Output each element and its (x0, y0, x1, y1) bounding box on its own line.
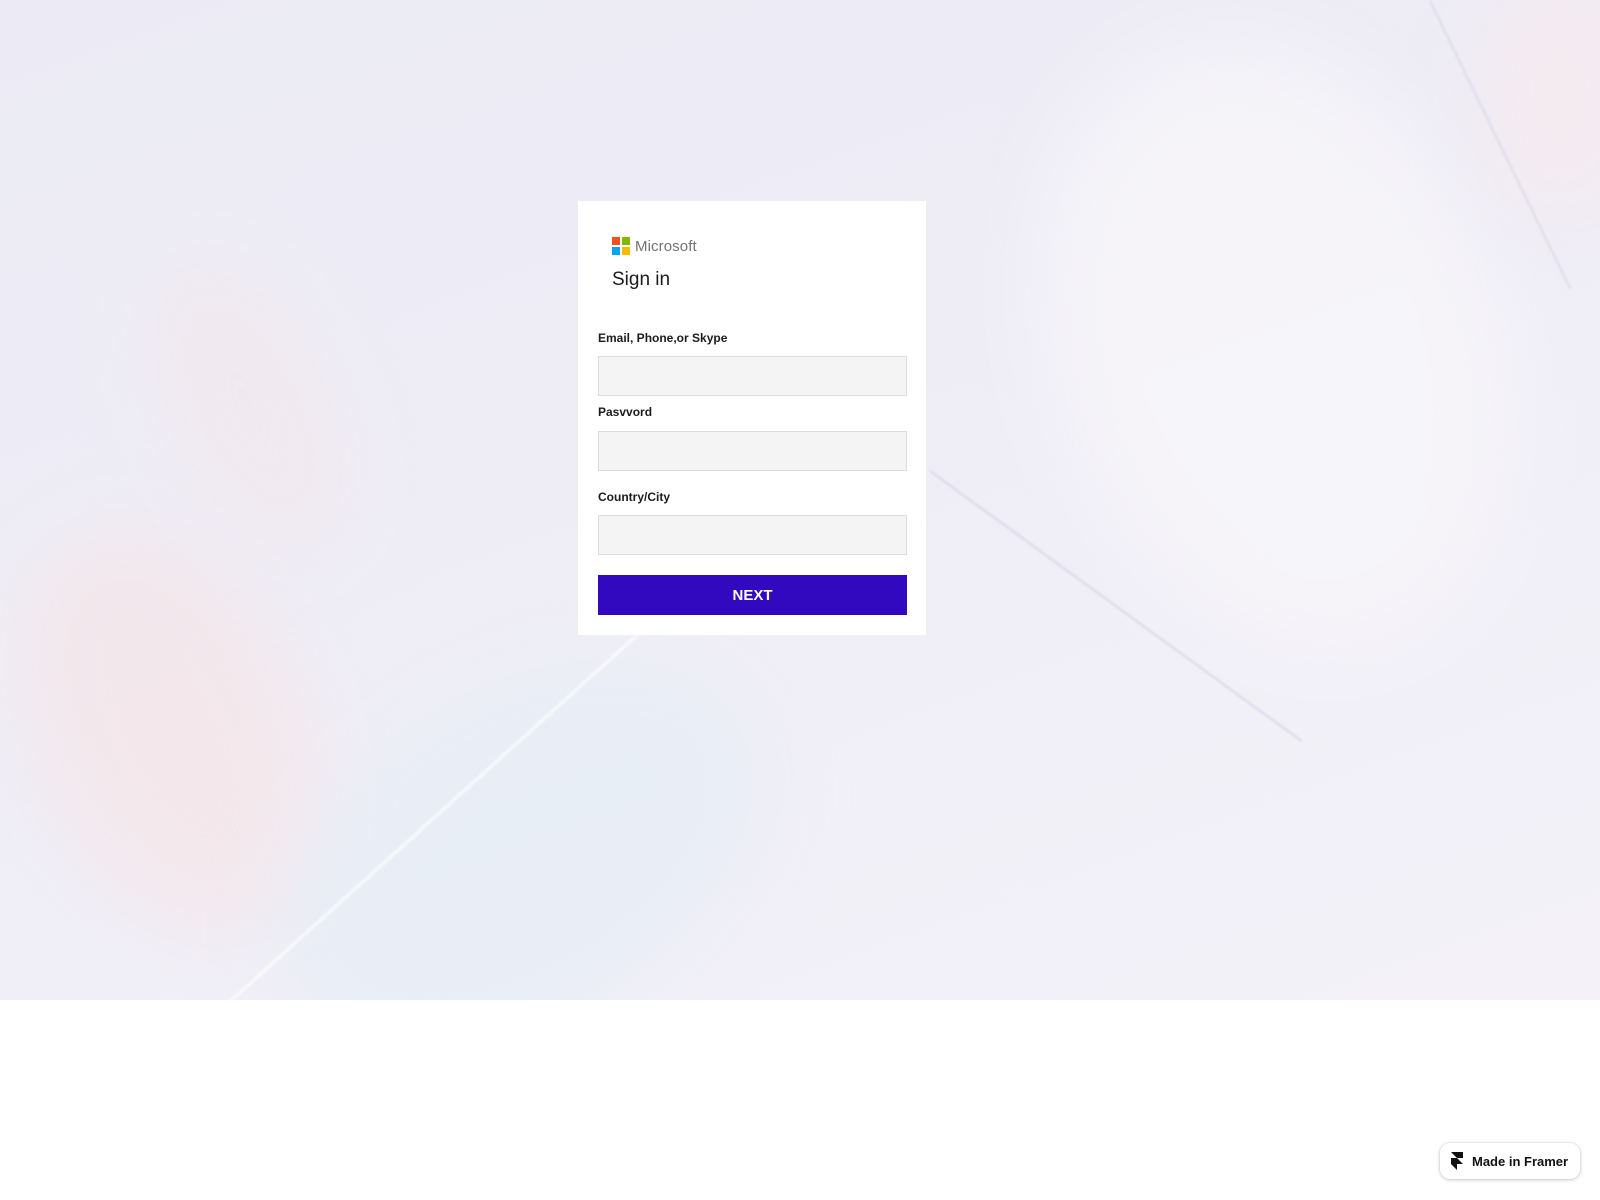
logo-square-red (612, 237, 620, 245)
brand-name: Microsoft (635, 237, 697, 255)
email-label: Email, Phone,or Skype (598, 331, 728, 345)
logo-square-yellow (622, 247, 630, 255)
country-city-field[interactable] (598, 515, 907, 555)
framer-logo-icon (1451, 1152, 1463, 1170)
background-blur (1480, 0, 1600, 220)
password-label: Pasvvord (598, 405, 653, 419)
logo-square-green (622, 237, 630, 245)
logo-square-blue (612, 247, 620, 255)
made-in-framer-badge[interactable]: Made in Framer (1440, 1143, 1580, 1179)
next-button[interactable]: NEXT (598, 575, 907, 615)
password-field[interactable] (598, 431, 907, 471)
signin-card: Microsoft Sign in Email, Phone,or Skype … (578, 201, 926, 635)
badge-label: Made in Framer (1472, 1153, 1569, 1169)
microsoft-logo-icon (612, 237, 630, 255)
page-title: Sign in (612, 269, 671, 290)
brand: Microsoft (612, 237, 697, 255)
background-blur (109, 231, 391, 589)
email-field[interactable] (598, 356, 907, 396)
country-city-label: Country/City (598, 490, 670, 504)
